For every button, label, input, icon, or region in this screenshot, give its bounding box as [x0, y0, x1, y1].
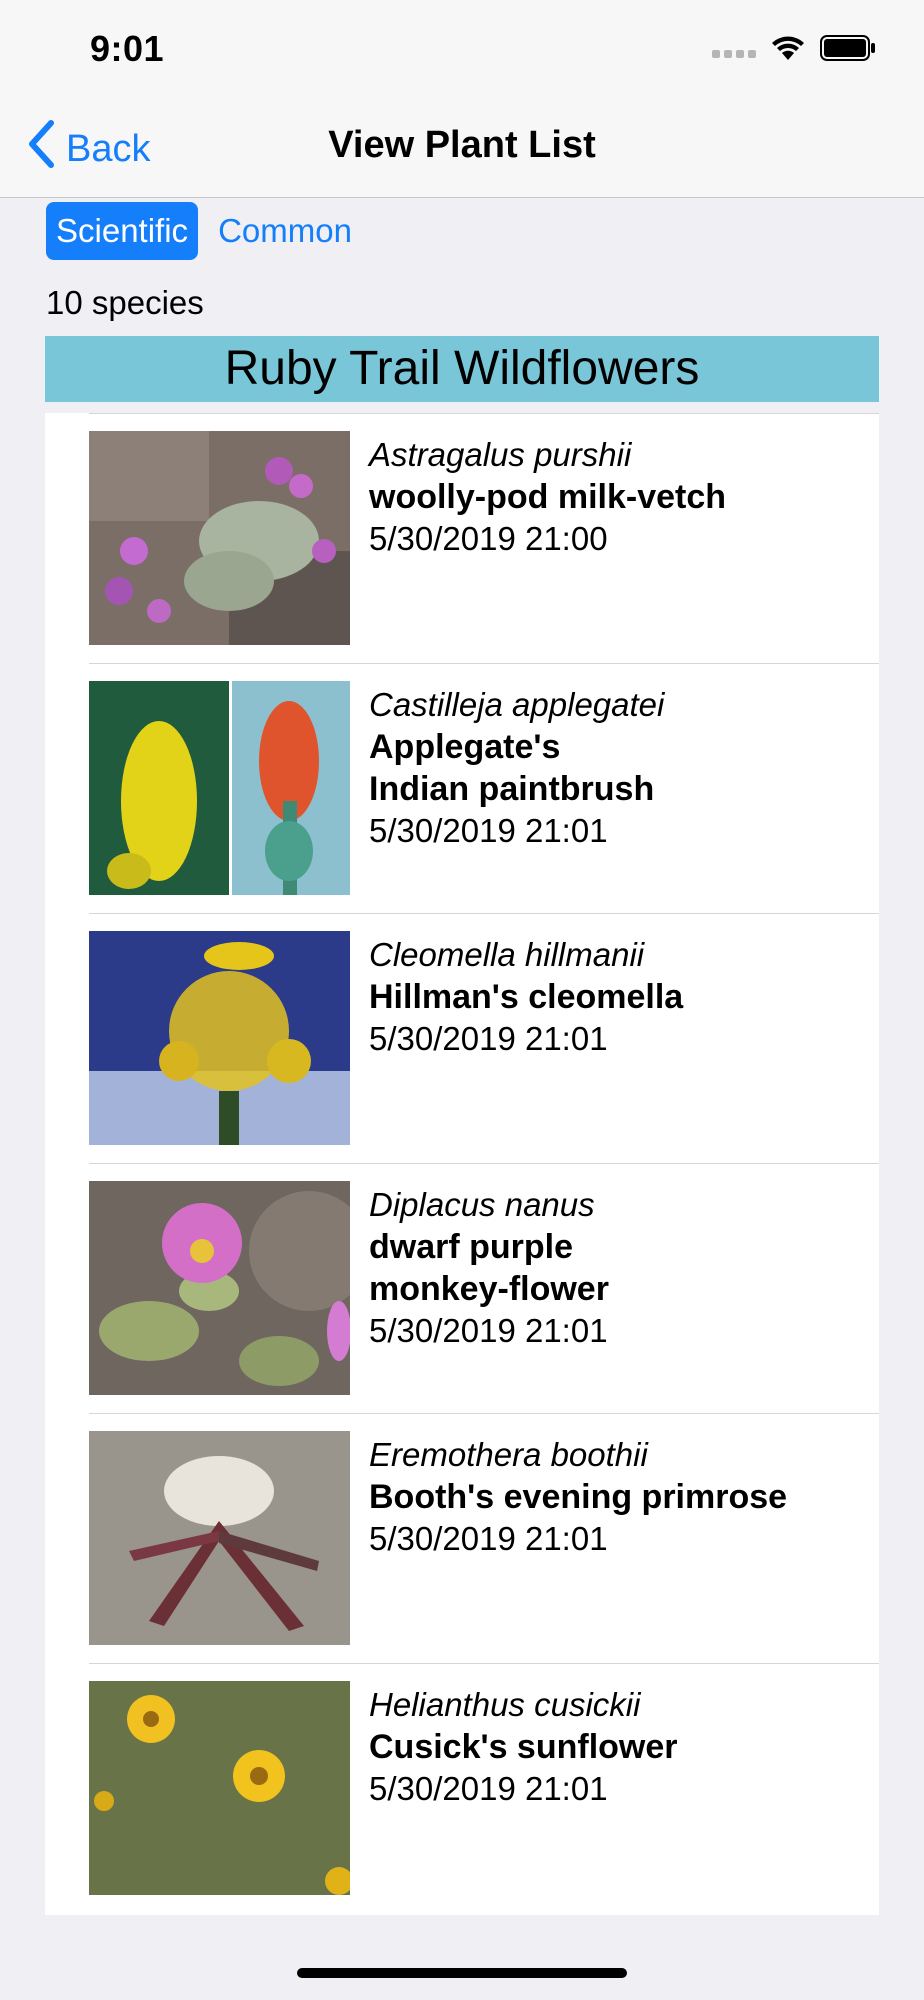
plant-photo [89, 1181, 350, 1395]
wifi-icon [770, 34, 806, 62]
segment-common[interactable]: Common [208, 202, 362, 260]
common-name: Booth's evening primrose [369, 1478, 788, 1516]
list-header: Ruby Trail Wildflowers [45, 336, 879, 402]
list-item[interactable]: Helianthus cusickii Cusick's sunflower 5… [89, 1663, 879, 1913]
status-icons [712, 34, 876, 62]
observation-date: 5/30/2019 21:01 [369, 1020, 608, 1057]
plant-photo [89, 1431, 350, 1645]
navigation-bar: Back View Plant List [0, 100, 924, 198]
list-item[interactable]: Castilleja applegatei Applegate's Indian… [89, 663, 879, 913]
list-item[interactable]: Eremothera boothii Booth's evening primr… [89, 1413, 879, 1663]
plant-photo [89, 431, 350, 645]
common-name: Hillman's cleomella [369, 978, 684, 1016]
plant-list: Astragalus purshii woolly-pod milk-vetch… [45, 413, 879, 1915]
scientific-name: Diplacus nanus [369, 1186, 595, 1223]
scientific-name: Astragalus purshii [369, 436, 632, 473]
status-bar: 9:01 [0, 0, 924, 100]
plant-photo [89, 1681, 350, 1895]
observation-date: 5/30/2019 21:01 [369, 1312, 608, 1349]
list-item[interactable]: Diplacus nanus dwarf purple monkey-flowe… [89, 1163, 879, 1413]
segment-scientific[interactable]: Scientific [46, 202, 199, 260]
observation-date: 5/30/2019 21:01 [369, 1520, 608, 1557]
common-name: Applegate's Indian paintbrush [369, 728, 655, 808]
scientific-name: Castilleja applegatei [369, 686, 665, 723]
plant-photo [89, 931, 350, 1145]
plant-photo [89, 681, 350, 895]
observation-date: 5/30/2019 21:01 [369, 812, 608, 849]
observation-date: 5/30/2019 21:00 [369, 520, 608, 557]
list-item[interactable]: Cleomella hillmanii Hillman's cleomella … [89, 913, 879, 1163]
page-title: View Plant List [328, 124, 596, 166]
list-item[interactable]: Astragalus purshii woolly-pod milk-vetch… [89, 413, 879, 663]
common-name: woolly-pod milk-vetch [369, 478, 727, 516]
status-time: 9:01 [90, 28, 165, 69]
common-name: dwarf purple monkey-flower [369, 1228, 609, 1308]
cellular-signal-icon [712, 38, 756, 58]
scientific-name: Eremothera boothii [369, 1436, 648, 1473]
scientific-name: Helianthus cusickii [369, 1686, 641, 1723]
name-type-segmented-control: Scientific Common [46, 202, 362, 260]
battery-icon [820, 35, 876, 61]
scientific-name: Cleomella hillmanii [369, 936, 645, 973]
observation-date: 5/30/2019 21:01 [369, 1770, 608, 1807]
home-indicator[interactable] [297, 1968, 627, 1978]
species-count: 10 species [46, 284, 204, 321]
common-name: Cusick's sunflower [369, 1728, 678, 1766]
